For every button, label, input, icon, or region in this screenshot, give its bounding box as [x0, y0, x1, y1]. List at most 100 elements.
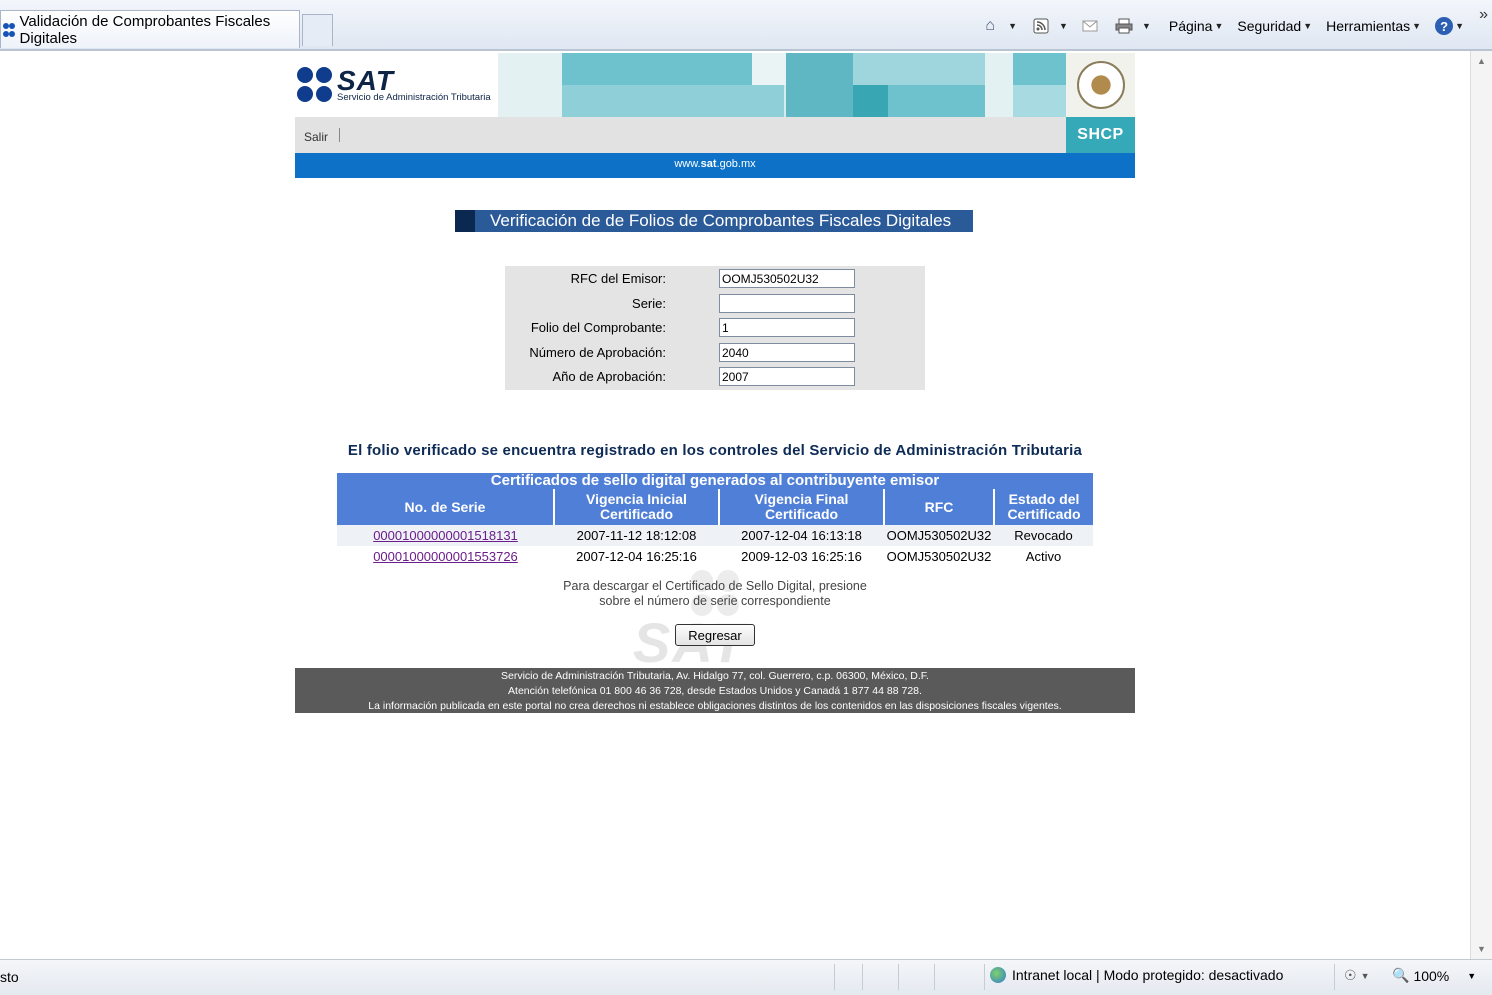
status-separator: [934, 964, 935, 990]
print-icon[interactable]: [1114, 16, 1134, 36]
certificates-table-header: No. de Serie Vigencia Inicial Certificad…: [337, 489, 1093, 525]
form-row-rfc: RFC del Emisor:: [505, 267, 925, 291]
header-vigencia-inicial: Vigencia Inicial Certificado: [553, 489, 719, 525]
security-zone[interactable]: Intranet local | Modo protegido: desacti…: [990, 967, 1283, 983]
download-hint-line2: sobre el número de serie correspondiente: [599, 594, 831, 608]
folio-input[interactable]: [719, 318, 855, 337]
verification-form: RFC del Emisor: Serie: Folio del Comprob…: [505, 266, 925, 390]
numero-aprobacion-input[interactable]: [719, 343, 855, 362]
sat-logo-subtitle: Servicio de Administración Tributaria: [337, 92, 491, 103]
status-separator: [1334, 964, 1335, 990]
header-estado-line1: Estado del: [1008, 491, 1080, 507]
table-row: 00001000000001518131 2007-11-12 18:12:08…: [337, 525, 1093, 546]
header-estado: Estado del Certificado: [993, 489, 1093, 525]
page-menu[interactable]: Página ▼: [1165, 18, 1228, 34]
browser-status-bar: sto Intranet local | Modo protegido: des…: [0, 959, 1492, 995]
form-row-serie: Serie:: [505, 292, 925, 316]
sat-logo-dots-icon: [297, 67, 333, 103]
status-separator: [834, 964, 835, 990]
header-vigencia-inicial-line2: Certificado: [599, 506, 674, 522]
site-url-suffix: .gob.mx: [716, 158, 756, 170]
sat-favicon-icon: [3, 21, 16, 39]
numero-aprobacion-label: Número de Aprobación:: [529, 345, 666, 360]
certificates-table: Certificados de sello digital generados …: [337, 473, 1093, 567]
status-separator: [898, 964, 899, 990]
logout-link[interactable]: Salir: [304, 130, 328, 144]
vertical-scrollbar[interactable]: ▲ ▼: [1470, 51, 1492, 959]
tools-menu-label: Herramientas: [1326, 18, 1411, 34]
help-menu[interactable]: ? ▼: [1431, 17, 1468, 35]
page-title: Verificación de de Folios de Comprobante…: [455, 210, 973, 232]
nav-divider: [339, 128, 340, 142]
page-footer: Servicio de Administración Tributaria, A…: [295, 668, 1135, 713]
footer-address: Servicio de Administración Tributaria, A…: [501, 670, 929, 682]
header-nav-bar: Salir: [295, 117, 1066, 153]
certificate-serial-link[interactable]: 00001000000001553726: [373, 549, 518, 564]
vigencia-inicial-cell: 2007-12-04 16:25:16: [554, 546, 719, 567]
back-button[interactable]: Regresar: [675, 624, 755, 646]
header-rfc: RFC: [883, 489, 994, 525]
tools-menu[interactable]: Herramientas ▼: [1322, 18, 1425, 34]
mail-icon[interactable]: [1080, 16, 1100, 36]
form-row-numero: Número de Aprobación:: [505, 341, 925, 365]
vigencia-inicial-cell: 2007-11-12 18:12:08: [554, 525, 719, 546]
rfc-cell: OOMJ530502U32: [884, 525, 994, 546]
security-menu-label: Seguridad: [1237, 18, 1302, 34]
scroll-down-icon[interactable]: ▼: [1471, 939, 1492, 959]
anio-aprobacion-input[interactable]: [719, 367, 855, 386]
table-row: 00001000000001553726 2007-12-04 16:25:16…: [337, 546, 1093, 567]
page-title-text: Verificación de de Folios de Comprobante…: [490, 211, 952, 230]
serie-label: Serie:: [632, 296, 666, 311]
rfc-cell: OOMJ530502U32: [884, 546, 994, 567]
home-dropdown-icon[interactable]: ▼: [1008, 21, 1017, 31]
title-marker: [455, 210, 475, 232]
header-vigencia-final-line2: Certificado: [764, 506, 839, 522]
estado-cell: Activo: [994, 546, 1093, 567]
serie-cell: 00001000000001553726: [337, 546, 554, 567]
accessibility-caret-icon: ▼: [1360, 970, 1370, 981]
sat-logo[interactable]: SAT Servicio de Administración Tributari…: [295, 65, 500, 109]
status-text: sto: [0, 969, 19, 985]
header-vigencia-final: Vigencia Final Certificado: [718, 489, 884, 525]
site-url-bold: sat: [700, 158, 717, 170]
anio-aprobacion-label: Año de Aprobación:: [552, 369, 666, 384]
home-icon[interactable]: ⌂: [980, 16, 1000, 36]
header-vigencia-final-line1: Vigencia Final: [754, 491, 849, 507]
accessibility-control[interactable]: ☉ ▼: [1344, 967, 1369, 984]
verification-result-message: El folio verificado se encuentra registr…: [347, 442, 1083, 459]
serie-input[interactable]: [719, 294, 855, 313]
serie-cell: 00001000000001518131: [337, 525, 554, 546]
browser-tab[interactable]: Validación de Comprobantes Fiscales Digi…: [0, 10, 300, 48]
form-row-folio: Folio del Comprobante:: [505, 316, 925, 340]
browser-tab-bar: Validación de Comprobantes Fiscales Digi…: [0, 0, 1492, 51]
download-hint: Para descargar el Certificado de Sello D…: [295, 579, 1135, 609]
shcp-logo[interactable]: SHCP: [1066, 117, 1135, 153]
rfc-input[interactable]: [719, 269, 855, 288]
zoom-icon: 🔍: [1392, 967, 1410, 983]
certificate-serial-link[interactable]: 00001000000001518131: [373, 528, 518, 543]
page-menu-label: Página: [1168, 18, 1213, 34]
certificates-table-caption: Certificados de sello digital generados …: [337, 473, 1093, 489]
site-url-prefix: www.: [674, 158, 701, 170]
print-dropdown-icon[interactable]: ▼: [1142, 21, 1151, 31]
mexico-national-seal-icon: [1066, 53, 1135, 117]
sat-header-banner: SAT Servicio de Administración Tributari…: [295, 53, 1135, 117]
download-hint-line1: Para descargar el Certificado de Sello D…: [563, 579, 867, 593]
command-bar: ⌂ ▼ ▼ ▼ Página ▼ Seguridad ▼ Herramienta…: [980, 12, 1468, 40]
browser-tab-title: Validación de Comprobantes Fiscales Digi…: [19, 12, 271, 47]
help-icon: ?: [1435, 17, 1454, 35]
header-mosaic-graphic: [498, 53, 1066, 117]
footer-phone: Atención telefónica 01 800 46 36 728, de…: [508, 685, 922, 697]
rfc-label: RFC del Emisor:: [570, 271, 666, 286]
zoom-control[interactable]: 🔍 100% ▼: [1392, 967, 1476, 984]
security-menu[interactable]: Seguridad ▼: [1233, 18, 1316, 34]
feeds-dropdown-icon[interactable]: ▼: [1059, 21, 1068, 31]
intranet-globe-icon: [990, 967, 1006, 983]
scroll-up-icon[interactable]: ▲: [1471, 51, 1492, 71]
status-separator: [862, 964, 863, 990]
new-tab-button[interactable]: [302, 14, 333, 46]
more-commands-icon[interactable]: »: [1479, 6, 1488, 24]
header-serie: No. de Serie: [337, 489, 554, 525]
feeds-icon[interactable]: [1031, 16, 1051, 36]
accessibility-icon: ☉: [1344, 967, 1357, 983]
